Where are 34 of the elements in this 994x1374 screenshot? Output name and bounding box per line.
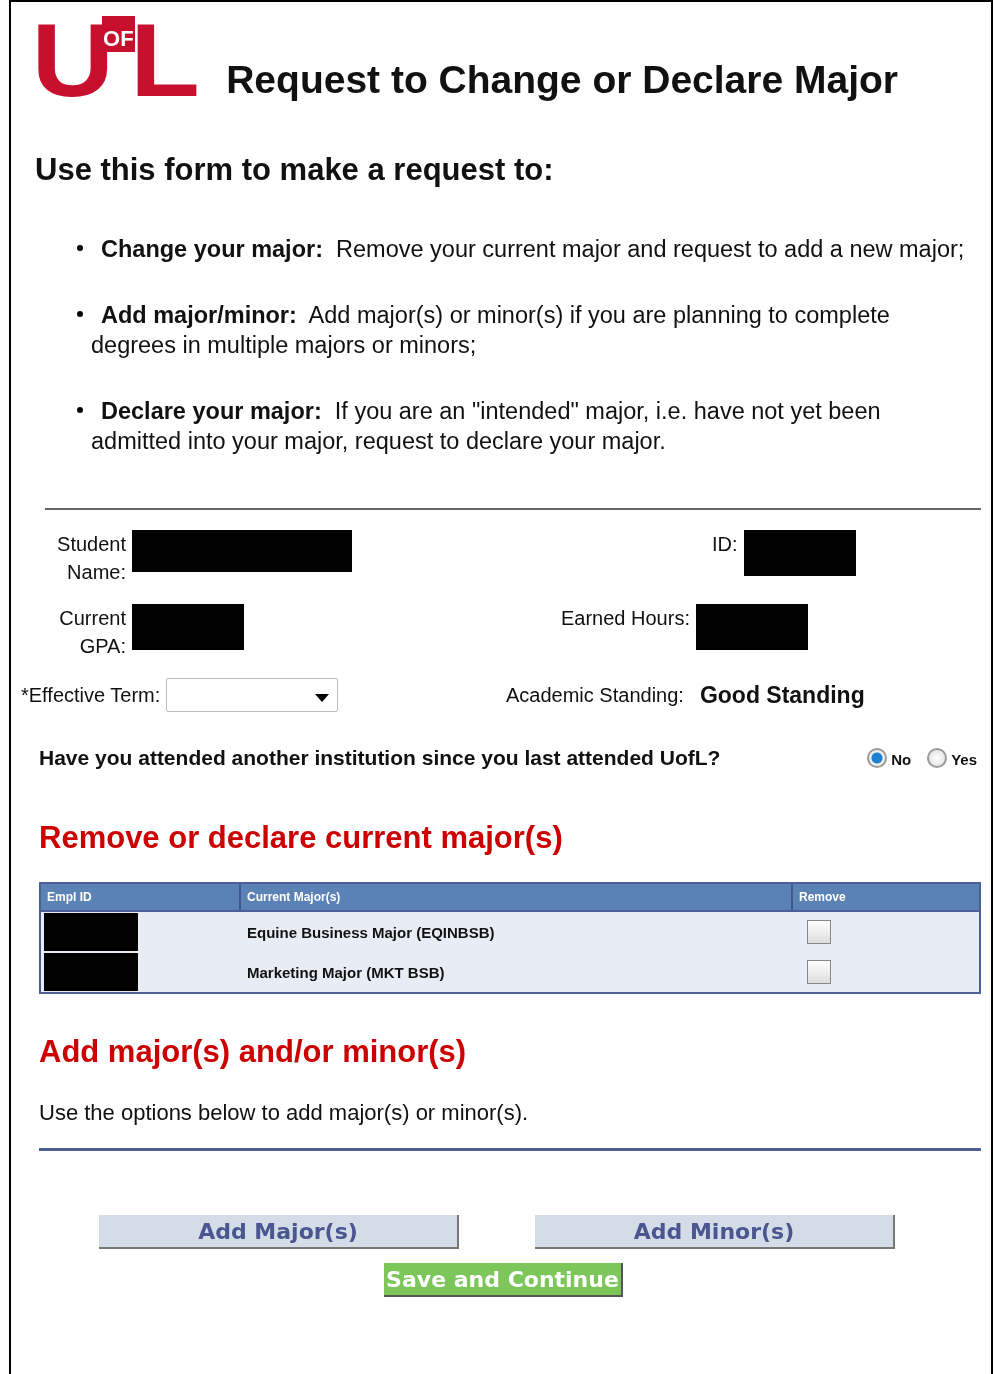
radio-label: Yes bbox=[951, 751, 977, 768]
field-label: ID: bbox=[712, 532, 738, 557]
add-button[interactable]: Add Minor(s) bbox=[535, 1215, 895, 1249]
field-label: Student Name: bbox=[56, 532, 126, 585]
bullet-text: Change your major: Remove your current major and request to add a new major; bbox=[100, 235, 965, 264]
field-label: Earned Hours: bbox=[561, 606, 690, 631]
intro-heading: Use this form to make a request to: bbox=[35, 152, 555, 188]
table-cell-text: Equine Business Major (EQINBSB) bbox=[246, 923, 496, 941]
field-label: Academic Standing: bbox=[506, 683, 684, 708]
radio-button[interactable] bbox=[867, 748, 888, 768]
bullet-icon bbox=[77, 311, 83, 317]
term-dropdown[interactable] bbox=[166, 678, 339, 712]
bullet-text: Declare your major: If you are an "intended" major, i.e. have not yet been admitted into your major, request to declare your major. bbox=[91, 397, 882, 456]
checkbox[interactable] bbox=[807, 920, 831, 944]
column-header: Remove bbox=[798, 889, 847, 906]
field-label: Current GPA: bbox=[58, 606, 126, 659]
field-label: *Effective Term: bbox=[21, 683, 161, 708]
caret-icon bbox=[315, 694, 330, 702]
question-text: Have you attended another institution since you last attended UofL? bbox=[39, 746, 721, 770]
section-heading: Remove or declare current major(s) bbox=[39, 820, 564, 856]
section-heading: Add major(s) and/or minor(s) bbox=[39, 1034, 468, 1070]
add-button[interactable]: Add Major(s) bbox=[99, 1215, 459, 1249]
table-cell-text: Marketing Major (MKT BSB) bbox=[246, 963, 446, 981]
column-header: Empl ID bbox=[41, 884, 241, 910]
radio-label: No bbox=[891, 751, 912, 768]
bullet-text: Add major/minor: Add major(s) or minor(s) if you are planning to complete degrees in multiple majors or minors; bbox=[91, 301, 891, 360]
checkbox[interactable] bbox=[807, 960, 831, 984]
bullet-icon bbox=[77, 407, 83, 413]
page-title: Request to Change or Declare Major bbox=[226, 57, 899, 104]
column-header: Current Major(s) bbox=[241, 884, 793, 910]
instruction-text: Use the options below to add major(s) or minor(s). bbox=[39, 1100, 530, 1126]
bullet-icon bbox=[77, 245, 83, 251]
radio-button[interactable] bbox=[927, 748, 948, 768]
standing-value: Good Standing bbox=[699, 681, 865, 709]
